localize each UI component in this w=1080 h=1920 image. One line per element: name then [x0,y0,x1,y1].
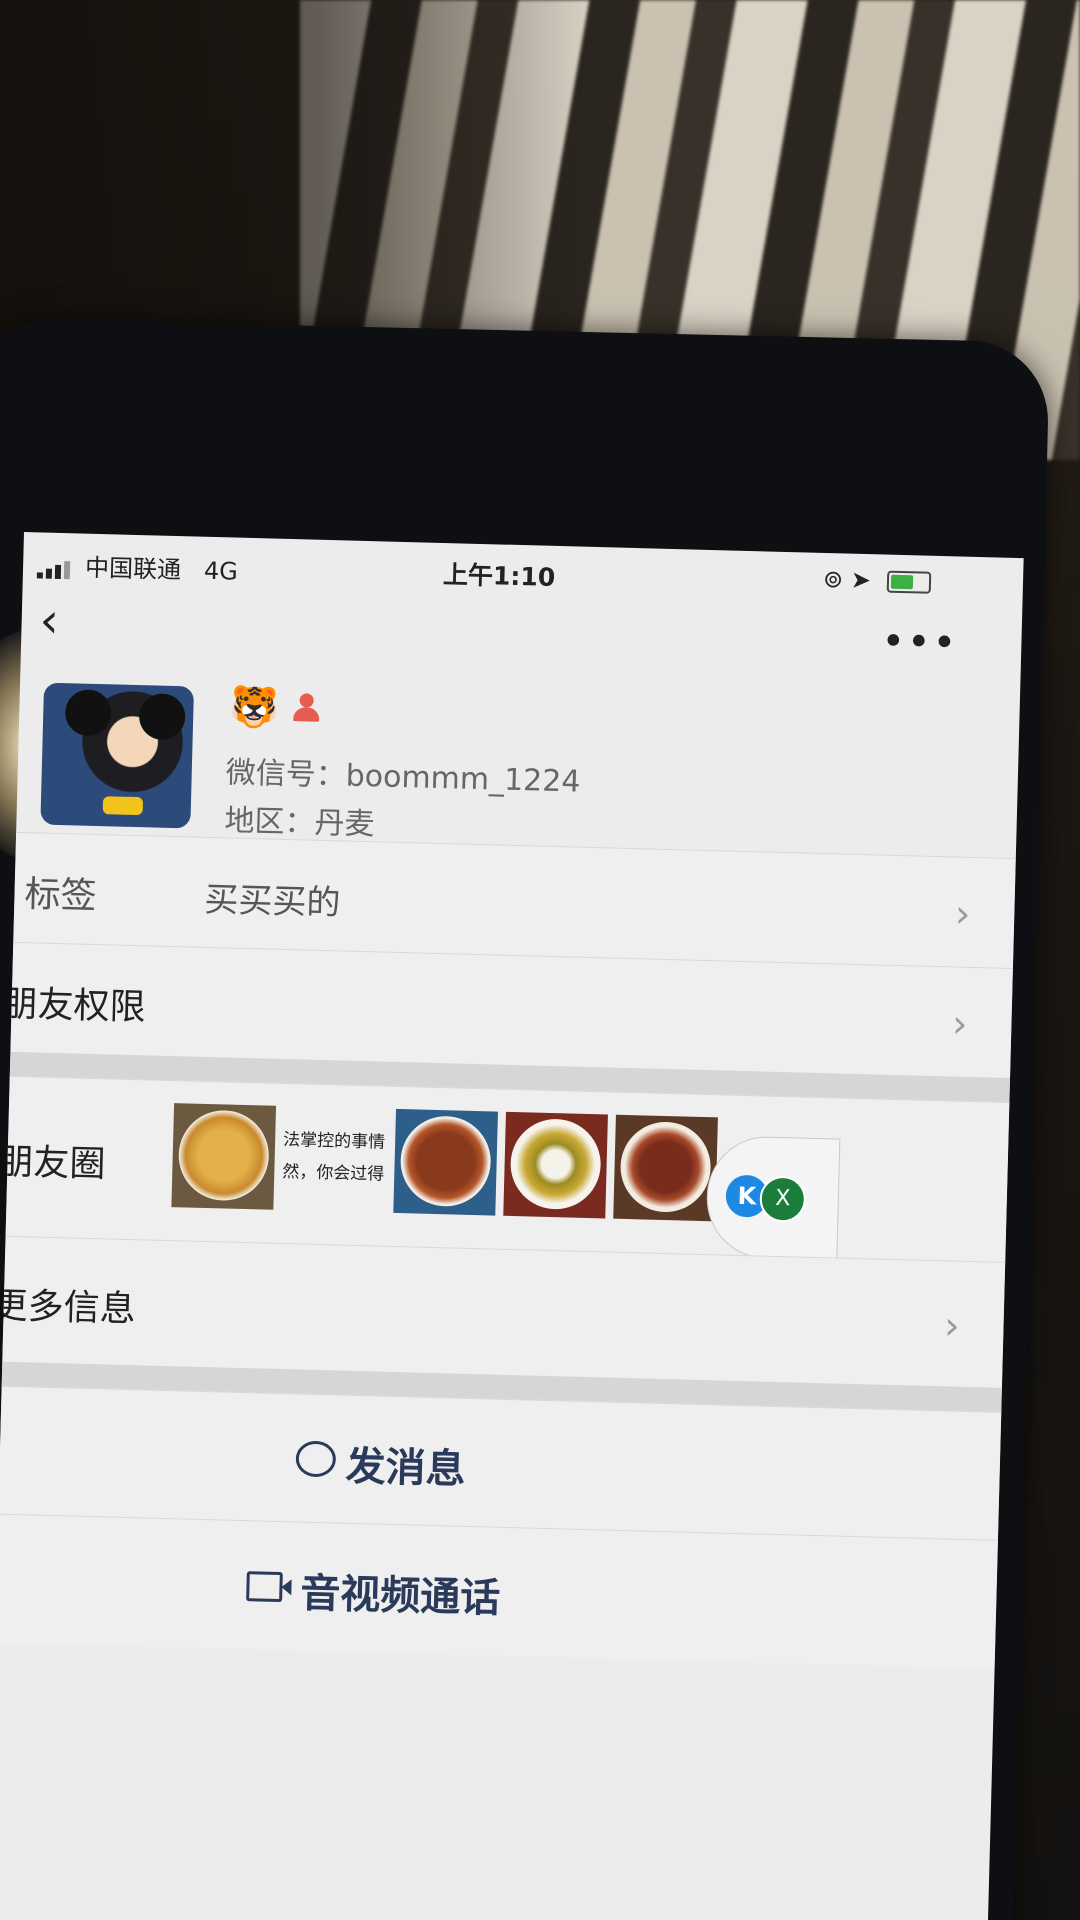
moments-thumbnails: 法掌控的事情 然，你会过得 [171,1103,718,1222]
person-icon [291,693,322,724]
signal-icon [36,550,74,580]
location-icon: ➤ [850,565,872,595]
phone-screen: 中国联通 4G 上午1:10 ⊚ ➤ ‹ ••• 🐯 微信号：boommm_12… [0,532,1024,1920]
moments-label: 朋友圈 [0,1141,107,1186]
tiger-icon: 🐯 [228,684,280,732]
moments-text-line: 然，你会过得 [282,1161,385,1185]
permissions-label: 朋友权限 [1,983,147,1029]
video-camera-icon [246,1571,283,1603]
status-icons: ⊚ ➤ [823,565,931,596]
chevron-left-icon: ‹ [38,592,60,649]
floating-widget[interactable]: K X [705,1135,841,1261]
moments-photo [503,1111,608,1219]
ellipsis-icon: ••• [880,618,959,667]
chevron-right-icon: › [954,891,971,936]
back-button[interactable]: ‹ [39,592,60,648]
moments-text-line: 法掌控的事情 [282,1129,386,1153]
wechat-id: 微信号：boommm_1224 [225,755,581,800]
moments-photo [171,1103,277,1210]
tags-label: 标签 [23,874,98,918]
photo-scene: 中国联通 4G 上午1:10 ⊚ ➤ ‹ ••• 🐯 微信号：boommm_12… [0,0,1080,1920]
carrier-label: 中国联通 4G [85,548,239,587]
region: 地区：丹麦 [224,803,375,843]
chevron-right-icon: › [943,1303,961,1348]
chat-bubble-icon [295,1440,337,1478]
battery-icon [886,570,931,594]
avatar[interactable] [40,682,195,829]
x-badge-icon: X [759,1175,807,1223]
video-call-button[interactable]: 音视频通话 [0,1513,998,1669]
moments-photo [613,1114,718,1222]
rotation-lock-icon: ⊚ [822,564,844,594]
chevron-right-icon: › [951,1001,969,1046]
moments-text-snippet: 法掌控的事情 然，你会过得 [282,1124,396,1191]
video-call-label: 音视频通话 [299,1570,501,1622]
more-button[interactable]: ••• [881,618,959,666]
moments-photo [393,1108,498,1216]
carrier-name: 中国联通 [84,553,182,585]
clock: 上午1:10 [442,559,556,592]
moments-row[interactable]: 朋友圈 法掌控的事情 然，你会过得 K X [0,1075,1010,1263]
send-message-label: 发消息 [345,1443,467,1493]
network-type: 4G [203,556,239,586]
more-info-label: 更多信息 [0,1285,137,1331]
tags-value: 买买买的 [203,879,341,924]
